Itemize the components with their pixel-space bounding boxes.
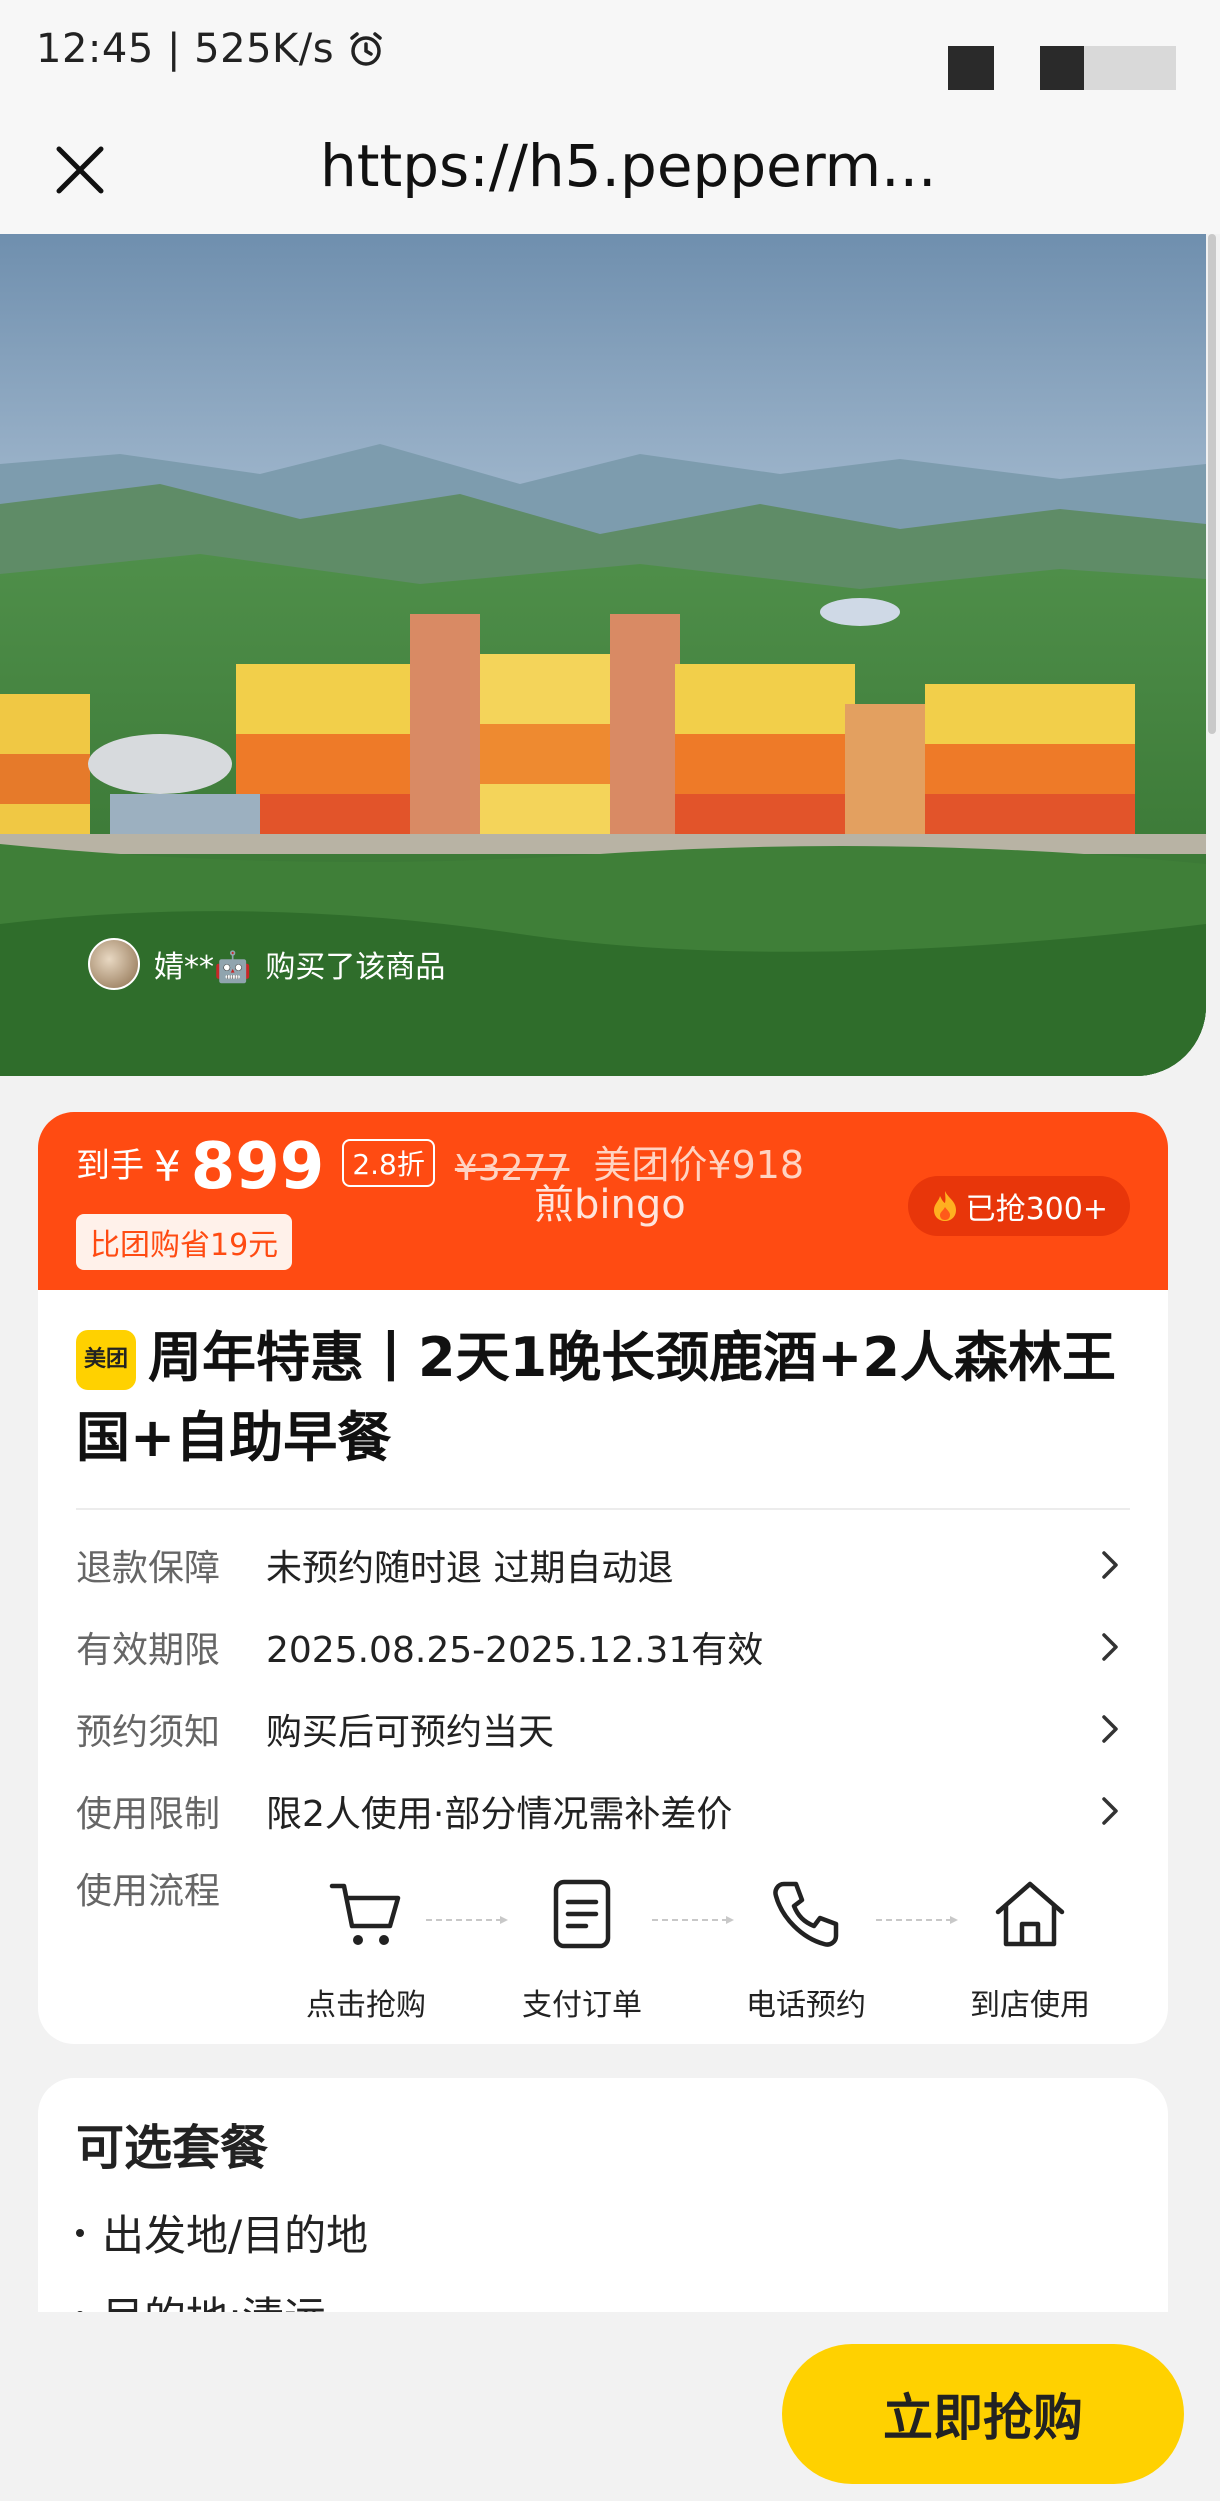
chevron-right-icon <box>1102 1633 1118 1661</box>
price-row: 到手 ¥ 899 2.8折 ¥3277 美团价¥918 <box>76 1134 804 1199</box>
meituan-logo: 美团 <box>76 1330 136 1390</box>
detail-label: 有效期限 <box>76 1630 221 1671</box>
bullet-icon <box>76 2228 84 2237</box>
detail-value: 购买后可预约当天 <box>266 1712 555 1753</box>
final-price: 899 <box>190 1130 325 1204</box>
detail-label: 退款保障 <box>76 1548 221 1589</box>
cart-icon <box>329 1883 401 1945</box>
chevron-right-icon <box>1102 1551 1118 1579</box>
flow-step: 电话预约 <box>706 1874 906 2024</box>
bottom-action-bar: 立即抢购 <box>0 2312 1220 2501</box>
chevron-right-icon <box>1102 1797 1118 1825</box>
usage-flow-label: 使用流程 <box>76 1871 221 1912</box>
alarm-icon <box>350 32 382 66</box>
status-time: 12:45 | 525K/s <box>36 26 386 72</box>
avatar <box>88 938 140 990</box>
detail-label: 预约须知 <box>76 1712 221 1753</box>
status-bar: 12:45 | 525K/s <box>0 0 1220 110</box>
browser-url-bar: https://h5.pepperm... <box>0 110 1220 234</box>
price-banner: 到手 ¥ 899 2.8折 ¥3277 美团价¥918 煎bingo 比团购省1… <box>38 1112 1168 1292</box>
document-icon <box>553 1879 611 1949</box>
url-text[interactable]: https://h5.pepperm... <box>320 132 936 200</box>
signal-icon <box>948 46 994 90</box>
flow-step: 点击抢购 <box>266 1874 466 2024</box>
package-options-card: 可选套餐 出发地/目的地 目的地:清远 <box>38 2078 1168 2318</box>
flow-step-label: 点击抢购 <box>306 1988 426 2023</box>
detail-value: 未预约随时退 过期自动退 <box>266 1548 674 1589</box>
phone-icon <box>773 1881 839 1947</box>
product-title: 美团 周年特惠丨2天1晚长颈鹿酒+2人森林王国+自助早餐 <box>76 1318 1136 1478</box>
option-item-label: 出发地/目的地 <box>102 2211 369 2260</box>
close-button[interactable] <box>40 130 120 210</box>
recent-buyer-notice: 婧**🤖 购买了该商品 <box>88 936 445 992</box>
close-icon <box>56 146 104 194</box>
detail-value: 2025.08.25-2025.12.31有效 <box>266 1630 764 1671</box>
final-price-label: 到手 <box>76 1146 144 1186</box>
flow-step-label: 电话预约 <box>746 1988 866 2023</box>
fire-icon <box>933 1191 956 1221</box>
status-time-speed: 12:45 | 525K/s <box>36 26 335 72</box>
detail-label: 使用限制 <box>76 1794 221 1835</box>
buy-now-button[interactable]: 立即抢购 <box>782 2344 1184 2484</box>
option-item[interactable]: 出发地/目的地 <box>76 2202 368 2263</box>
detail-row-usage-limit[interactable]: 使用限制 限2人使用·部分情况需补差价 <box>76 1776 1130 1846</box>
house-icon <box>995 1881 1065 1947</box>
sold-count: 已抢300+ <box>965 1192 1108 1227</box>
divider <box>76 1508 1130 1510</box>
flow-step-label: 支付订单 <box>522 1988 642 2023</box>
chevron-right-icon <box>1102 1715 1118 1743</box>
battery-icon <box>1040 46 1176 90</box>
options-title: 可选套餐 <box>76 2120 269 2176</box>
discount-badge: 2.8折 <box>342 1139 435 1187</box>
sold-count-badge: 已抢300+ <box>907 1176 1130 1236</box>
save-tag: 比团购省19元 <box>76 1214 293 1270</box>
detail-value: 限2人使用·部分情况需补差价 <box>266 1794 733 1835</box>
watermark: 煎bingo <box>534 1182 686 1228</box>
buyer-action: 购买了该商品 <box>265 950 446 985</box>
buyer-name: 婧**🤖 <box>154 950 252 985</box>
detail-row-validity[interactable]: 有效期限 2025.08.25-2025.12.31有效 <box>76 1612 1130 1682</box>
flow-step: 支付订单 <box>482 1874 682 2024</box>
product-info-card: 美团 周年特惠丨2天1晚长颈鹿酒+2人森林王国+自助早餐 退款保障 未预约随时退 … <box>38 1290 1168 2044</box>
product-title-text: 周年特惠丨2天1晚长颈鹿酒+2人森林王国+自助早餐 <box>76 1326 1116 1469</box>
flow-step: 到店使用 <box>930 1874 1130 2024</box>
detail-row-refund[interactable]: 退款保障 未预约随时退 过期自动退 <box>76 1530 1130 1600</box>
currency-symbol: ¥ <box>154 1142 181 1191</box>
detail-row-booking[interactable]: 预约须知 购买后可预约当天 <box>76 1694 1130 1764</box>
scrollbar[interactable] <box>1208 234 1216 734</box>
flow-step-label: 到店使用 <box>970 1988 1090 2023</box>
